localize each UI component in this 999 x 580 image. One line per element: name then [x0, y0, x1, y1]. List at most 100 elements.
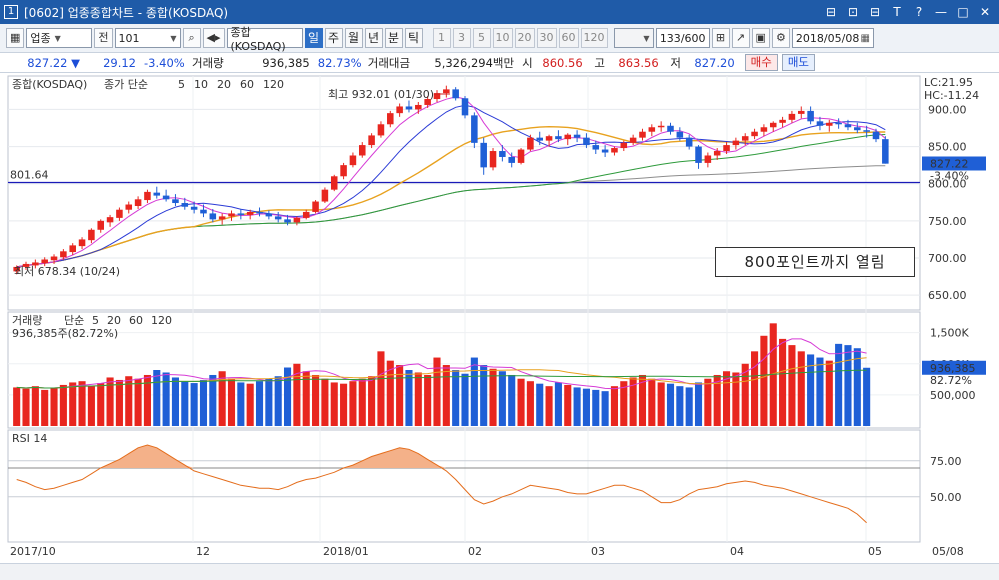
- text-icon[interactable]: T: [889, 4, 905, 20]
- candle-body: [844, 124, 852, 128]
- volume-bar: [442, 365, 450, 426]
- code-select[interactable]: 101 ▼: [114, 28, 181, 48]
- market-select[interactable]: 업종 ▼: [26, 28, 93, 48]
- candle-body: [573, 134, 581, 138]
- prev-button[interactable]: 전: [94, 28, 113, 48]
- low-note: 최저 678.34 (10/24): [14, 265, 120, 278]
- minute-30[interactable]: 30: [536, 28, 557, 48]
- date-field[interactable]: 2018/05/08 ▦: [791, 28, 874, 48]
- volume-bar: [377, 351, 385, 426]
- amount-label: 거래대금: [367, 55, 411, 70]
- volume-bar: [209, 374, 217, 426]
- chart-svg[interactable]: 900.00850.00800.00750.00700.00650.00801.…: [0, 74, 999, 580]
- search-icon[interactable]: ⌕: [182, 28, 201, 48]
- candle-body: [97, 220, 105, 230]
- help-icon[interactable]: ?: [911, 4, 927, 20]
- candle-body: [882, 139, 889, 164]
- count-field[interactable]: 133 /600: [655, 28, 710, 48]
- minute-1[interactable]: 1: [432, 28, 451, 48]
- tab-period-minute[interactable]: 분: [384, 28, 403, 48]
- tab-period-tick[interactable]: 틱: [404, 28, 423, 48]
- title-bar: 1 [0602] 업종종합차트 - 종합(KOSDAQ) ⊟ ⊡ ⊟ T ? —…: [0, 0, 999, 24]
- x-axis-label: 05: [868, 545, 882, 558]
- volume-bar: [358, 378, 366, 426]
- index-name-field[interactable]: 종합(KOSDAQ): [226, 26, 303, 53]
- candle-body: [872, 131, 880, 140]
- rsi-legend-title: RSI 14: [12, 432, 47, 445]
- volume-axis-tick: 500,000: [930, 389, 976, 402]
- candle-body: [471, 115, 478, 143]
- volume-ma-5: 5: [92, 314, 99, 327]
- chart-area[interactable]: 900.00 850.00 800.00 750.00 700.00 650.00 801.…: [0, 74, 999, 580]
- open-label: 시: [522, 55, 533, 70]
- calendar-icon[interactable]: ▦: [860, 33, 869, 44]
- grid-icon[interactable]: ▦: [6, 28, 25, 48]
- chevron-down-icon: ▼: [170, 33, 177, 43]
- candle-body: [499, 151, 506, 157]
- candle-body: [88, 229, 95, 241]
- candle-body: [452, 89, 459, 99]
- chart-tools-icon[interactable]: ⊞: [711, 28, 730, 48]
- save-icon[interactable]: ▣: [751, 28, 770, 48]
- candle-body: [461, 98, 469, 116]
- minute-5[interactable]: 5: [472, 28, 491, 48]
- candle-body: [396, 106, 403, 114]
- tab-period-day[interactable]: 일: [304, 28, 323, 48]
- high-note: 최고 932.01 (01/30): [328, 88, 434, 101]
- volume-ma-20: 20: [107, 314, 121, 327]
- candle-body: [732, 140, 740, 146]
- layout-icon[interactable]: ⊟: [823, 4, 839, 20]
- candle-body: [854, 127, 861, 131]
- candle-body: [648, 127, 656, 132]
- split-icon[interactable]: ⊟: [867, 4, 883, 20]
- draw-icon[interactable]: ↗: [731, 28, 750, 48]
- volume-bar: [162, 372, 170, 426]
- price-axis-tick: 650.00: [928, 289, 967, 302]
- volume-bar: [554, 382, 562, 426]
- high-value: 863.56: [618, 55, 659, 70]
- minute-60[interactable]: 60: [558, 28, 579, 48]
- minute-10[interactable]: 10: [492, 28, 513, 48]
- lc-label: LC:21.95: [924, 76, 973, 89]
- minute-20[interactable]: 20: [514, 28, 535, 48]
- window-number[interactable]: 1: [4, 5, 18, 19]
- volume-bar: [59, 384, 67, 426]
- volume-bar: [171, 377, 180, 426]
- rsi-axis-tick: 75.00: [930, 455, 962, 468]
- candle-body: [517, 149, 525, 163]
- settings-icon[interactable]: ⚙: [771, 28, 790, 48]
- chevron-down-icon: ▼: [54, 33, 61, 43]
- volume-bar: [461, 373, 469, 426]
- restore-icon[interactable]: ⊡: [845, 4, 861, 20]
- volume-bar: [816, 357, 824, 426]
- minimize-icon[interactable]: —: [933, 4, 949, 20]
- buy-button[interactable]: 매수: [744, 54, 778, 71]
- volume-value: 936,385: [262, 55, 310, 70]
- maximize-icon[interactable]: □: [955, 4, 971, 20]
- scroll-bar[interactable]: [0, 563, 999, 580]
- custom-minute-select[interactable]: ▼: [613, 28, 654, 48]
- volume-bar: [69, 382, 77, 426]
- close-icon[interactable]: ✕: [977, 4, 993, 20]
- x-axis-label: 03: [591, 545, 605, 558]
- sell-button[interactable]: 매도: [781, 54, 816, 71]
- candle-body: [181, 203, 189, 207]
- quote-bar: 827.22 ▼ 29.12 -3.40% 거래량 936,385 82.73%…: [0, 53, 999, 73]
- tab-period-week[interactable]: 주: [324, 28, 343, 48]
- volume-bar: [657, 382, 665, 426]
- volume-bar: [349, 381, 357, 426]
- volume-bar: [732, 372, 740, 426]
- last-volume-pct: 82.72%: [930, 374, 972, 387]
- minute-3[interactable]: 3: [452, 28, 471, 48]
- candle-body: [741, 136, 749, 141]
- speaker-icon[interactable]: ◀▸: [202, 28, 225, 48]
- high-label: 고: [594, 55, 605, 70]
- rsi-axis-tick: 50.00: [930, 491, 962, 504]
- candle-body: [190, 206, 198, 210]
- volume-bar: [498, 371, 506, 426]
- minute-120[interactable]: 120: [580, 28, 608, 48]
- candle-body: [415, 104, 422, 110]
- tab-period-month[interactable]: 월: [344, 28, 363, 48]
- volume-bar: [13, 387, 21, 426]
- tab-period-year[interactable]: 년: [364, 28, 383, 48]
